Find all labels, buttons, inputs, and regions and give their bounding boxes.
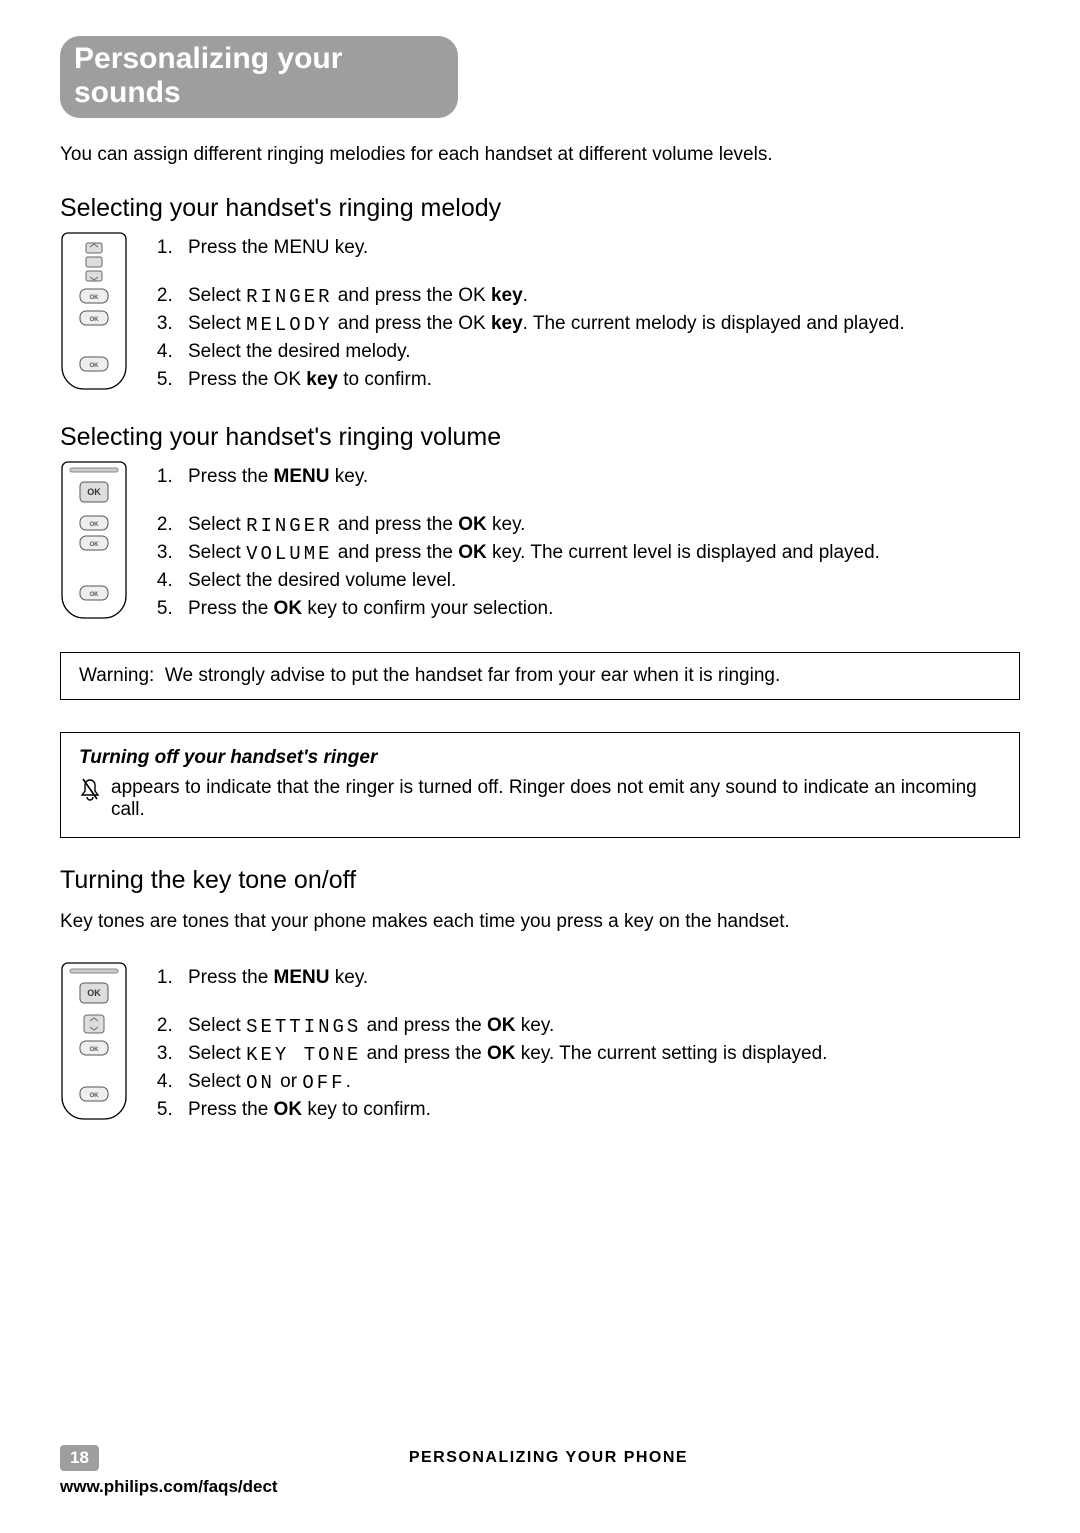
page-title: Personalizing your sounds [60,36,458,118]
ringer-off-text: appears to indicate that the ringer is t… [111,777,1001,821]
steps-keytone: Press the MENU key. Select SETTINGS and … [150,961,827,1127]
step: Select MELODY and press the OK key. The … [178,313,905,335]
steps-volume: Press the MENU key. Select RINGER and pr… [150,460,880,626]
svg-text:OK: OK [90,363,100,369]
section-heading-keytone: Turning the key tone on/off [60,866,1020,895]
lcd-text: MELODY [246,314,332,336]
step: Press the OK key to confirm. [178,1099,827,1121]
lcd-text: RINGER [246,286,332,308]
section-heading-melody: Selecting your handset's ringing melody [60,194,1020,223]
handset-illustration: OK OK OK [60,231,128,396]
step: Select VOLUME and press the OK key. The … [178,542,880,564]
handset-illustration: OK OK OK [60,961,128,1126]
svg-text:OK: OK [90,1047,100,1053]
step: Select SETTINGS and press the OK key. [178,1015,827,1037]
svg-text:OK: OK [90,542,100,548]
step: Select ON or OFF. [178,1071,827,1093]
svg-text:OK: OK [90,317,100,323]
step: Select RINGER and press the OK key. [178,285,905,307]
svg-text:OK: OK [90,295,100,301]
lcd-text: ON [246,1072,275,1094]
step: Press the OK key to confirm your selecti… [178,598,880,620]
lcd-text: KEY TONE [246,1044,361,1066]
step: Press the MENU key. [178,967,827,989]
svg-text:OK: OK [87,988,101,998]
ringer-off-box: Turning off your handset's ringer appear… [60,732,1020,838]
handset-illustration: OK OK OK OK [60,460,128,625]
step: Select RINGER and press the OK key. [178,514,880,536]
svg-text:OK: OK [90,592,100,598]
svg-text:OK: OK [90,1093,100,1099]
page-number: 18 [60,1445,99,1471]
footer-section-title: PERSONALIZING YOUR PHONE [117,1449,980,1467]
step: Select the desired melody. [178,341,905,363]
lcd-text: SETTINGS [246,1016,361,1038]
keytone-intro: Key tones are tones that your phone make… [60,911,1020,933]
step: Press the MENU key. [178,237,905,259]
svg-text:OK: OK [90,522,100,528]
step: Press the OK key to confirm. [178,369,905,391]
step: Select the desired volume level. [178,570,880,592]
intro-text: You can assign different ringing melodie… [60,144,1020,166]
lcd-text: RINGER [246,515,332,537]
footer-url: www.philips.com/faqs/dect [60,1477,1020,1497]
ringer-off-title: Turning off your handset's ringer [79,747,1001,769]
step: Select KEY TONE and press the OK key. Th… [178,1043,827,1065]
lcd-text: OFF [302,1072,345,1094]
lcd-text: VOLUME [246,543,332,565]
svg-text:OK: OK [87,487,101,497]
ringer-off-icon [79,777,101,809]
step: Press the MENU key. [178,466,880,488]
section-heading-volume: Selecting your handset's ringing volume [60,423,1020,452]
page-footer: 18 PERSONALIZING YOUR PHONE www.philips.… [60,1445,1020,1497]
steps-melody: Press the MENU key. Select RINGER and pr… [150,231,905,397]
warning-box: Warning: We strongly advise to put the h… [60,652,1020,700]
